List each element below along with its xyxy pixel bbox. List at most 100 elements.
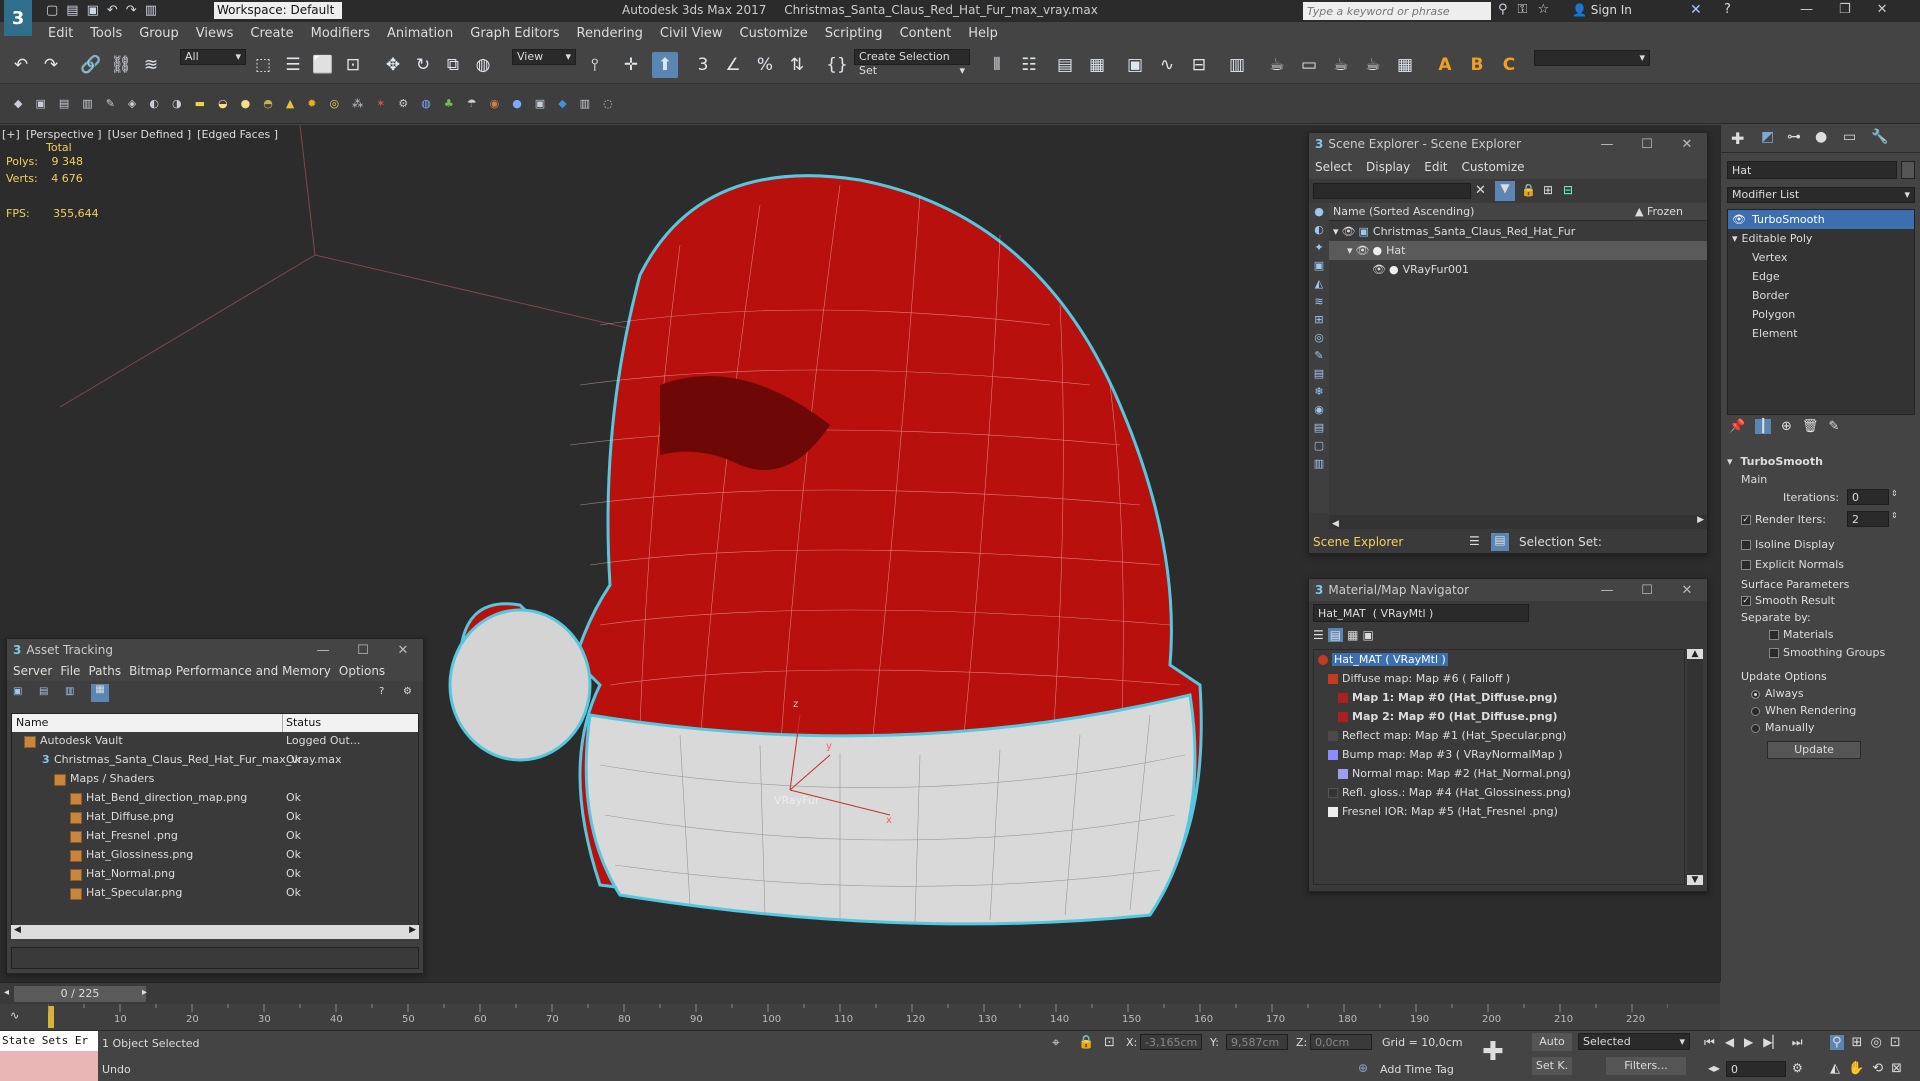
time-next-icon[interactable]: ▸ bbox=[142, 987, 147, 998]
always-row[interactable]: Always bbox=[1727, 687, 1915, 704]
key-filters-button[interactable]: Filters... bbox=[1606, 1057, 1686, 1075]
tool-icon-2[interactable]: ▣ bbox=[35, 97, 45, 110]
explicit-normals-checkbox[interactable] bbox=[1741, 560, 1751, 570]
asset-menu-bitmap-performance[interactable]: Bitmap Performance and Memory bbox=[129, 664, 331, 678]
asset-row[interactable]: Hat_Bend_direction_map.png Ok bbox=[12, 789, 418, 808]
go-to-start-icon[interactable]: ⏮ bbox=[1704, 1035, 1715, 1050]
material-name-field[interactable] bbox=[1313, 604, 1529, 622]
scene-explorer-menu-select[interactable]: Select bbox=[1315, 160, 1352, 174]
time-slider-thumb[interactable]: 0 / 225 bbox=[14, 986, 146, 1002]
filter-all-icon[interactable]: ▤ bbox=[1314, 421, 1324, 434]
y-coordinate-input[interactable] bbox=[1226, 1034, 1288, 1050]
app-logo[interactable]: 3 bbox=[4, 0, 32, 36]
filter-invert-icon[interactable]: ▥ bbox=[1314, 457, 1324, 470]
asset-tool-icon-1[interactable]: ▣ bbox=[13, 686, 22, 697]
search-box[interactable] bbox=[1303, 2, 1491, 20]
materials-checkbox[interactable] bbox=[1769, 630, 1779, 640]
close-icon[interactable]: ✕ bbox=[1667, 583, 1707, 598]
time-prev-icon[interactable]: ◂ bbox=[4, 987, 9, 998]
when-rendering-radio[interactable] bbox=[1751, 706, 1760, 716]
tool-icon-15[interactable]: ◎ bbox=[330, 97, 340, 110]
eye-icon[interactable]: 👁 bbox=[1732, 213, 1746, 226]
window-crossing-icon[interactable]: ⊡ bbox=[340, 52, 366, 78]
walkthrough-icon[interactable]: ⊠ bbox=[1891, 1061, 1902, 1076]
select-manipulate-icon[interactable]: ✛ bbox=[618, 52, 644, 78]
manually-radio[interactable] bbox=[1751, 723, 1760, 733]
sign-in-link[interactable]: 👤 Sign In bbox=[1572, 3, 1632, 17]
render-a-button[interactable]: A bbox=[1432, 52, 1458, 78]
maximize-viewport-icon[interactable]: ⊡ bbox=[1890, 1035, 1901, 1050]
add-time-tag-button[interactable]: Add Time Tag bbox=[1380, 1063, 1454, 1076]
view-list-icons-icon[interactable]: ▤ bbox=[1327, 628, 1344, 642]
snap-toggle-icon[interactable]: 3 bbox=[690, 52, 716, 78]
render-c-button[interactable]: C bbox=[1496, 52, 1522, 78]
pan-icon[interactable]: ✋ bbox=[1848, 1061, 1864, 1076]
when-rendering-row[interactable]: When Rendering bbox=[1727, 704, 1915, 721]
restore-icon[interactable]: ❐ bbox=[1839, 2, 1851, 17]
scene-explorer-name-dropdown[interactable]: Scene Explorer bbox=[1313, 535, 1403, 549]
place-icon[interactable]: ◍ bbox=[470, 52, 496, 78]
asset-tool-icon-2[interactable]: ▤ bbox=[39, 686, 48, 697]
stack-item-border[interactable]: Border bbox=[1728, 286, 1914, 305]
stack-item-vertex[interactable]: Vertex bbox=[1728, 248, 1914, 267]
tree-row-root[interactable]: ▾ 👁 ▣ Christmas_Santa_Claus_Red_Hat_Fur bbox=[1329, 222, 1707, 241]
render-production-icon[interactable]: ☕ bbox=[1328, 52, 1354, 78]
filter-bones-icon[interactable]: ✎ bbox=[1314, 349, 1323, 362]
tool-icon-13[interactable]: ▲ bbox=[286, 97, 294, 110]
stack-item-edge[interactable]: Edge bbox=[1728, 267, 1914, 286]
material-tree-row[interactable]: Hat_MAT ( VRayMtl ) bbox=[1314, 650, 1684, 669]
eye-icon[interactable]: 👁 bbox=[1342, 225, 1356, 238]
tool-icon-14[interactable]: ✹ bbox=[307, 97, 316, 110]
scroll-right-icon[interactable]: ▶ bbox=[1697, 515, 1704, 525]
tool-icon-18[interactable]: ⚙ bbox=[398, 97, 408, 110]
menu-group[interactable]: Group bbox=[139, 26, 179, 41]
filter-spacewarps-icon[interactable]: ≋ bbox=[1314, 295, 1323, 308]
viewport-point-of-view-menu[interactable]: [Perspective ] bbox=[26, 128, 102, 141]
time-tag-icon[interactable]: ⊕ bbox=[1358, 1061, 1368, 1075]
menu-scripting[interactable]: Scripting bbox=[825, 26, 883, 41]
isoline-row[interactable]: Isoline Display bbox=[1727, 538, 1915, 558]
tool-icon-22[interactable]: ◉ bbox=[490, 97, 500, 110]
tool-icon-25[interactable]: ◆ bbox=[558, 97, 566, 110]
remove-modifier-icon[interactable]: 🗑 bbox=[1802, 419, 1819, 434]
stack-item-polygon[interactable]: Polygon bbox=[1728, 305, 1914, 324]
create-tab-icon[interactable]: ✚ bbox=[1731, 129, 1744, 148]
modifier-list-dropdown[interactable]: Modifier List ▾ bbox=[1727, 187, 1915, 203]
tool-icon-21[interactable]: ☂ bbox=[467, 97, 477, 110]
stack-item-editable-poly[interactable]: ▾ Editable Poly bbox=[1728, 229, 1914, 248]
modify-tab-icon[interactable]: ◩ bbox=[1761, 129, 1774, 145]
asset-menu-paths[interactable]: Paths bbox=[88, 664, 121, 678]
state-sets-field[interactable]: State Sets Er bbox=[0, 1031, 98, 1051]
material-tree-row[interactable]: Map 2: Map #0 (Hat_Diffuse.png) bbox=[1314, 707, 1684, 726]
asset-row[interactable]: Hat_Fresnel .png Ok bbox=[12, 827, 418, 846]
hierarchy-tab-icon[interactable]: ⊶ bbox=[1787, 129, 1801, 145]
eye-icon[interactable]: 👁 bbox=[1372, 263, 1386, 276]
close-icon[interactable]: ✕ bbox=[383, 643, 423, 658]
hierarchy-icon[interactable]: ⊞ bbox=[1543, 183, 1553, 197]
keyboard-shortcut-override-icon[interactable]: ⬆ bbox=[652, 52, 678, 78]
scroll-left-icon[interactable]: ◀ bbox=[1332, 519, 1339, 529]
viewport-general-menu[interactable]: [+] bbox=[2, 128, 20, 141]
auto-key-button[interactable]: Auto bbox=[1532, 1033, 1572, 1051]
render-iters-checkbox[interactable]: ✓ bbox=[1741, 515, 1751, 525]
rect-selection-icon[interactable]: ⬜ bbox=[310, 52, 336, 78]
render-iterative-icon[interactable]: ☕ bbox=[1360, 52, 1386, 78]
filter-shapes-icon[interactable]: ◐ bbox=[1314, 223, 1324, 236]
spinner-arrows-icon[interactable]: ⇕ bbox=[1891, 489, 1898, 498]
maxscript-listener-field[interactable] bbox=[0, 1051, 98, 1081]
filter-containers-icon[interactable]: ▤ bbox=[1314, 367, 1324, 380]
asset-row[interactable]: Hat_Glossiness.png Ok bbox=[12, 846, 418, 865]
reference-coord-dropdown[interactable]: View ▾ bbox=[512, 49, 576, 65]
unlink-icon[interactable]: ⛓ bbox=[108, 52, 134, 78]
open-file-icon[interactable]: ▤ bbox=[66, 3, 78, 18]
schematic-view-icon[interactable]: ⊟ bbox=[1186, 52, 1212, 78]
viewport-edges-menu[interactable]: [Edged Faces ] bbox=[197, 128, 278, 141]
select-by-name-icon[interactable]: ☰ bbox=[280, 52, 306, 78]
tool-icon-16[interactable]: ⁂ bbox=[352, 97, 363, 110]
asset-row[interactable]: Autodesk Vault Logged Out... bbox=[12, 732, 418, 751]
asset-path-field[interactable] bbox=[11, 947, 419, 969]
render-grid-icon[interactable]: ▦ bbox=[1392, 52, 1418, 78]
save-file-icon[interactable]: ▣ bbox=[87, 3, 99, 18]
minimize-icon[interactable]: — bbox=[1587, 583, 1627, 598]
go-to-end-icon[interactable]: ⏭ bbox=[1792, 1035, 1803, 1050]
